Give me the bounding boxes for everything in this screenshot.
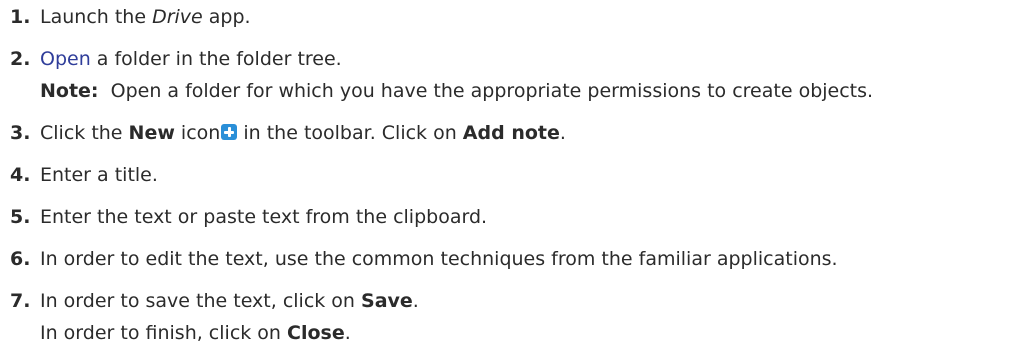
step-number: 3. [10, 122, 31, 144]
step-7-sub: In order to finish, click on Close. [40, 320, 351, 346]
step-text: icon [174, 122, 221, 144]
step-number: 5. [10, 206, 31, 228]
step-5: 5. Enter the text or paste text from the … [10, 204, 487, 230]
step-number: 7. [10, 290, 31, 312]
step-text: In order to finish, click on [40, 322, 288, 344]
step-text: in the toolbar. Click on [237, 122, 463, 144]
step-text: app. [202, 6, 251, 28]
app-name: Drive [152, 6, 203, 28]
step-2-note: Note: Open a folder for which you have t… [40, 78, 873, 104]
save-label: Save [361, 290, 413, 312]
step-text: . [412, 290, 419, 312]
instruction-steps: 1. Launch the Drive app. 2. Open a folder … [0, 0, 1023, 349]
step-number: 1. [10, 6, 31, 28]
step-1: 1. Launch the Drive app. [10, 4, 251, 30]
new-icon [221, 124, 238, 140]
note-label: Note: [40, 80, 99, 102]
step-number: 2. [10, 48, 31, 70]
open-link[interactable]: Open [40, 48, 91, 70]
step-2: 2. Open a folder in the folder tree. [10, 46, 342, 72]
step-7: 7. In order to save the text, click on Sa… [10, 288, 419, 314]
note-text: Open a folder for which you have the app… [98, 80, 874, 102]
step-4: 4. Enter a title. [10, 162, 158, 188]
step-text: Enter the text or paste text from the cl… [40, 206, 488, 228]
step-number: 6. [10, 248, 31, 270]
add-note-label: Add note [462, 122, 560, 144]
new-label: New [128, 122, 175, 144]
step-text: In order to edit the text, use the commo… [40, 248, 838, 270]
step-6: 6. In order to edit the text, use the com… [10, 246, 838, 272]
step-text: a folder in the folder tree. [90, 48, 342, 70]
close-label: Close [287, 322, 345, 344]
step-text: Enter a title. [40, 164, 158, 186]
step-text: Click the [40, 122, 129, 144]
step-text: . [559, 122, 566, 144]
step-text: Launch the [40, 6, 153, 28]
step-text: . [344, 322, 351, 344]
step-text: In order to save the text, click on [40, 290, 362, 312]
step-3: 3. Click the New icon in the toolbar. Cli… [10, 120, 566, 146]
step-number: 4. [10, 164, 31, 186]
